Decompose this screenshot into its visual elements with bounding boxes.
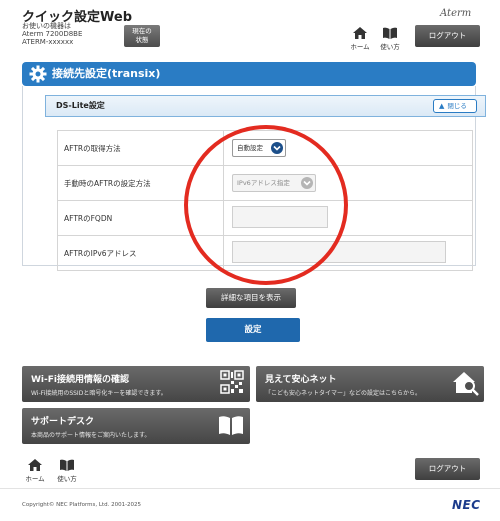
aftr-ipv6-cell (223, 235, 473, 271)
aterm-logo: Aterm (440, 8, 472, 19)
aftr-method-label: AFTRの取得方法 (57, 130, 224, 166)
device-name: ATERM-xxxxxx (22, 38, 74, 46)
collapse-label: 閉じる (447, 102, 467, 110)
manual-aftr-method-cell: IPv6アドレス指定 (223, 165, 473, 201)
table-row: AFTRのFQDN (57, 200, 473, 236)
book-icon (383, 27, 397, 39)
apply-button[interactable]: 設定 (206, 318, 300, 342)
show-details-button[interactable]: 詳細な項目を表示 (206, 288, 296, 308)
manual-aftr-method-value: IPv6アドレス指定 (237, 179, 290, 187)
chevron-down-icon (271, 142, 283, 154)
section-title: 接続先設定(transix) (52, 67, 161, 80)
manual-aftr-method-select: IPv6アドレス指定 (232, 174, 316, 192)
device-model: Aterm 7200D8BE (22, 30, 83, 38)
status-button-line1: 現在の (132, 27, 152, 35)
ds-lite-header: DS-Lite設定 ▲ 閉じる (45, 95, 486, 117)
manual-aftr-method-label: 手動時のAFTRの設定方法 (57, 165, 224, 201)
table-row: 手動時のAFTRの設定方法 IPv6アドレス指定 (57, 165, 473, 201)
mieteanshin-desc: 「こども安心ネットタイマー」などの設定はこちらから。 (265, 390, 422, 397)
home-icon (353, 27, 367, 39)
footer-help-button[interactable]: 使い方 (54, 458, 80, 483)
home-label: ホーム (350, 43, 370, 51)
aftr-method-select[interactable]: 自動設定 (232, 139, 286, 157)
current-status-button[interactable]: 現在の 状態 (124, 25, 160, 47)
chevron-down-icon (301, 177, 313, 189)
wifi-info-desc: Wi-Fi接続用のSSIDと暗号化キーを確認できます。 (31, 390, 167, 397)
home-button[interactable]: ホーム (347, 26, 373, 51)
support-desk-tile[interactable]: サポートデスク 本商品のサポート情報をご案内いたします。 (22, 408, 250, 444)
home-icon (28, 459, 42, 471)
aftr-fqdn-input (232, 206, 328, 228)
table-row: AFTRのIPv6アドレス (57, 235, 473, 271)
footer-home-button[interactable]: ホーム (22, 458, 48, 483)
footer-home-label: ホーム (25, 475, 45, 483)
footer-help-label: 使い方 (57, 475, 77, 483)
help-label: 使い方 (380, 43, 400, 51)
qr-code-icon (220, 370, 244, 394)
chevron-up-icon: ▲ (439, 102, 445, 110)
home-search-icon (453, 372, 479, 396)
logout-button[interactable]: ログアウト (415, 25, 480, 47)
status-button-line2: 状態 (135, 36, 149, 44)
gear-icon (29, 65, 47, 83)
copyright-text: Copyright© NEC Platforms, Ltd. 2001-2025 (22, 502, 142, 508)
support-desk-title: サポートデスク (31, 417, 95, 427)
wifi-info-title: Wi-Fi接続用情報の確認 (31, 375, 129, 385)
footer-logout-button[interactable]: ログアウト (415, 458, 480, 480)
support-desk-desc: 本商品のサポート情報をご案内いたします。 (31, 432, 151, 439)
mieteanshin-title: 見えて安心ネット (265, 375, 337, 385)
footer-divider (0, 488, 500, 489)
settings-table: AFTRの取得方法 自動設定 手動時のAFTRの設定方法 IPv6アドレス指定 … (57, 130, 473, 271)
table-row: AFTRの取得方法 自動設定 (57, 130, 473, 166)
aftr-fqdn-label: AFTRのFQDN (57, 200, 224, 236)
help-button[interactable]: 使い方 (377, 26, 403, 51)
aftr-method-value: 自動設定 (237, 144, 263, 152)
mieteanshin-tile[interactable]: 見えて安心ネット 「こども安心ネットタイマー」などの設定はこちらから。 (256, 366, 484, 402)
book-icon (219, 416, 243, 435)
section-title-bar: 接続先設定(transix) (22, 62, 476, 86)
book-icon (60, 459, 74, 471)
header: クイック設定Web お使いの機器は Aterm 7200D8BE ATERM-x… (0, 0, 500, 56)
device-info-line: お使いの機器は (22, 22, 71, 30)
collapse-button[interactable]: ▲ 閉じる (433, 99, 477, 113)
nec-logo: NEC (452, 498, 481, 512)
aftr-fqdn-cell (223, 200, 473, 236)
aftr-method-cell: 自動設定 (223, 130, 473, 166)
aftr-ipv6-label: AFTRのIPv6アドレス (57, 235, 224, 271)
aftr-ipv6-input (232, 241, 446, 263)
wifi-info-tile[interactable]: Wi-Fi接続用情報の確認 Wi-Fi接続用のSSIDと暗号化キーを確認できます… (22, 366, 250, 402)
ds-lite-title: DS-Lite設定 (56, 101, 105, 110)
